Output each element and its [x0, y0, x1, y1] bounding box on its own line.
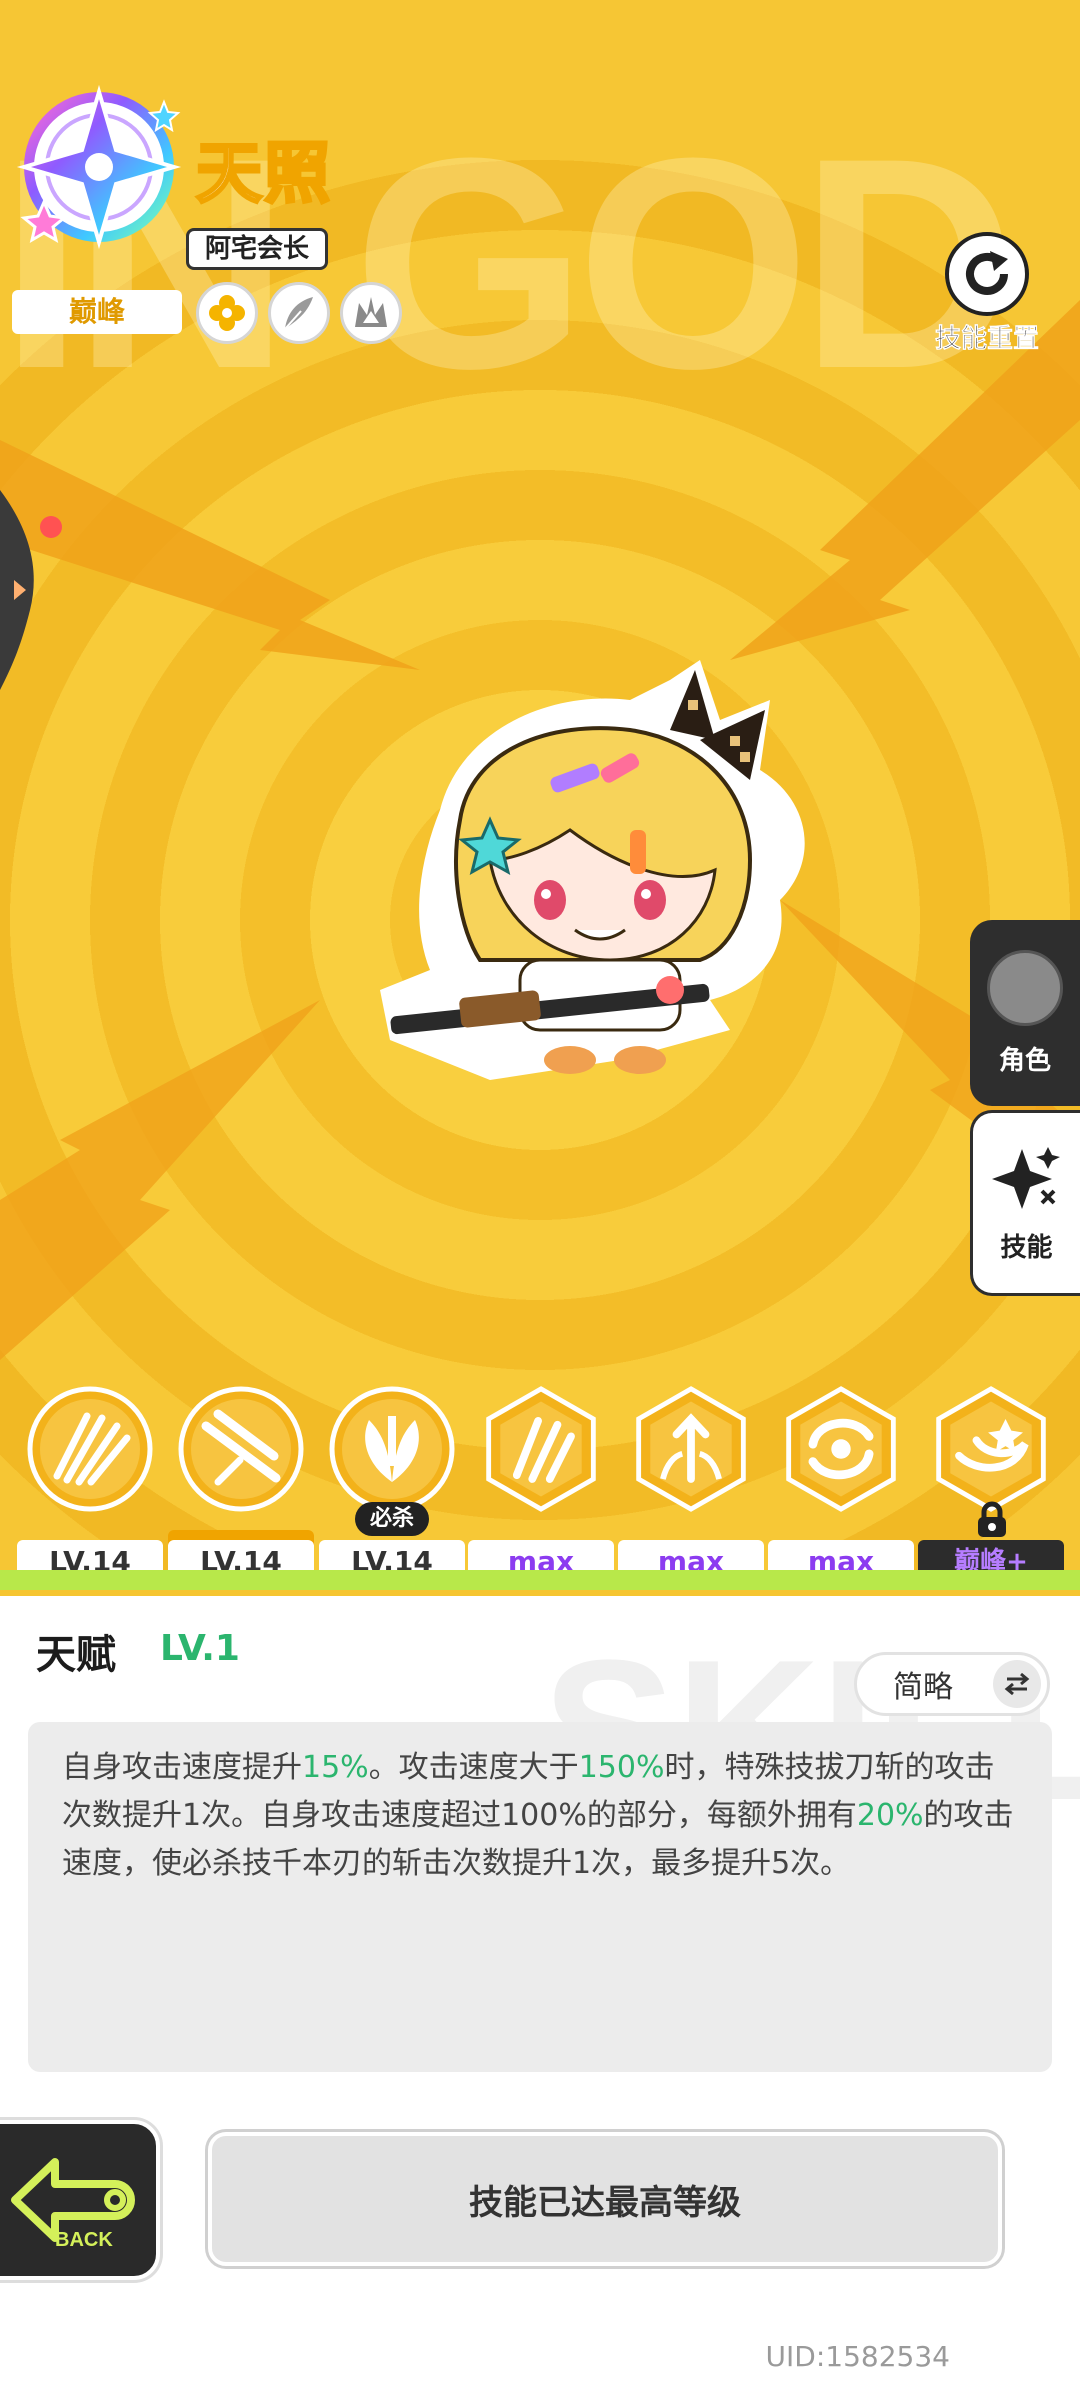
- skill-detail-panel: SKILL 天赋 LV.1 简略 自身攻击速度提升15%。攻击速度大于150%时…: [0, 1596, 1080, 2400]
- character-scene: IN GOD 天照 阿宅会长 巅峰 技能重置 角色 技能 LV.14 LV.14…: [0, 0, 1080, 1590]
- tab-character[interactable]: 角色: [970, 920, 1080, 1106]
- lightning-bolt-lower-left: [0, 1000, 320, 1360]
- desc-highlight: 150%: [578, 1750, 665, 1785]
- character-title-tag: 阿宅会长: [186, 228, 329, 270]
- tab-character-label: 角色: [998, 1045, 1051, 1076]
- user-id: UID:1582534: [765, 2340, 950, 2373]
- talent-level: LV.1: [160, 1628, 240, 1669]
- attribute-icons: [196, 282, 402, 344]
- notification-dot: [40, 516, 62, 538]
- tab-skill[interactable]: 技能: [970, 1110, 1080, 1296]
- desc-highlight: 15%: [302, 1750, 369, 1785]
- refresh-icon: [945, 232, 1029, 316]
- skill-slot[interactable]: 巅峰+: [916, 1376, 1066, 1586]
- lightning-bolt-left: [0, 440, 420, 670]
- sparkle-icon: [991, 1146, 1060, 1209]
- talent-description: 自身攻击速度提升15%。攻击速度大于150%时，特殊技拔刀斩的攻击次数提升1次。…: [28, 1722, 1052, 2072]
- ultimate-badge: 必杀: [355, 1502, 429, 1536]
- rising-arrows-icon: [628, 1386, 754, 1512]
- skill-slot[interactable]: max: [766, 1376, 916, 1586]
- skill-slot[interactable]: 必杀 LV.14: [317, 1376, 467, 1586]
- tab-skill-label: 技能: [1000, 1232, 1053, 1263]
- fan-strike-icon: [27, 1386, 153, 1512]
- whirlwind-icon: [778, 1386, 904, 1512]
- desc-text: 自身攻击速度提升: [62, 1750, 302, 1785]
- flame-crown-icon[interactable]: [340, 282, 402, 344]
- back-arrow-icon: BACK: [11, 2158, 135, 2251]
- rank-tag: 巅峰: [12, 290, 182, 334]
- desc-text: 。攻击速度大于: [368, 1750, 579, 1785]
- character-name: 天照: [195, 134, 332, 214]
- character-sprite: [380, 660, 805, 1080]
- swirl-crest-icon: [928, 1386, 1054, 1512]
- skill-slot[interactable]: max: [616, 1376, 766, 1586]
- avatar-icon: [987, 949, 1063, 1026]
- brief-toggle-button[interactable]: 简略: [854, 1652, 1050, 1716]
- lock-icon: [978, 1501, 1006, 1537]
- crossed-blades-icon: [178, 1386, 304, 1512]
- brief-label: 简略: [893, 1670, 953, 1705]
- back-button[interactable]: BACK: [0, 2120, 160, 2280]
- triple-claw-icon: [478, 1386, 604, 1512]
- feather-blade-icon[interactable]: [268, 282, 330, 344]
- skill-slot[interactable]: LV.14: [166, 1376, 316, 1586]
- skill-slot[interactable]: LV.14: [15, 1376, 165, 1586]
- skill-reset-button[interactable]: 技能重置: [912, 232, 1062, 355]
- skill-row: LV.14 LV.14 必杀 LV.14 max max max 巅峰+: [0, 1376, 1080, 1586]
- rank-star-emblem: [16, 84, 182, 250]
- decorative-paint-strip: [0, 1570, 1080, 1590]
- max-level-button[interactable]: 技能已达最高等级: [208, 2132, 1002, 2266]
- talent-title: 天赋: [36, 1632, 116, 1678]
- gold-flower-icon[interactable]: [196, 282, 258, 344]
- back-label: BACK: [55, 2229, 113, 2251]
- skill-reset-label: 技能重置: [934, 324, 1040, 355]
- side-tab-bar: 角色 技能: [970, 920, 1080, 1300]
- lotus-slash-icon: [329, 1386, 455, 1512]
- desc-highlight: 20%: [856, 1798, 924, 1833]
- side-drawer-handle[interactable]: [0, 490, 40, 690]
- swap-icon: [993, 1660, 1041, 1708]
- skill-slot[interactable]: max: [466, 1376, 616, 1586]
